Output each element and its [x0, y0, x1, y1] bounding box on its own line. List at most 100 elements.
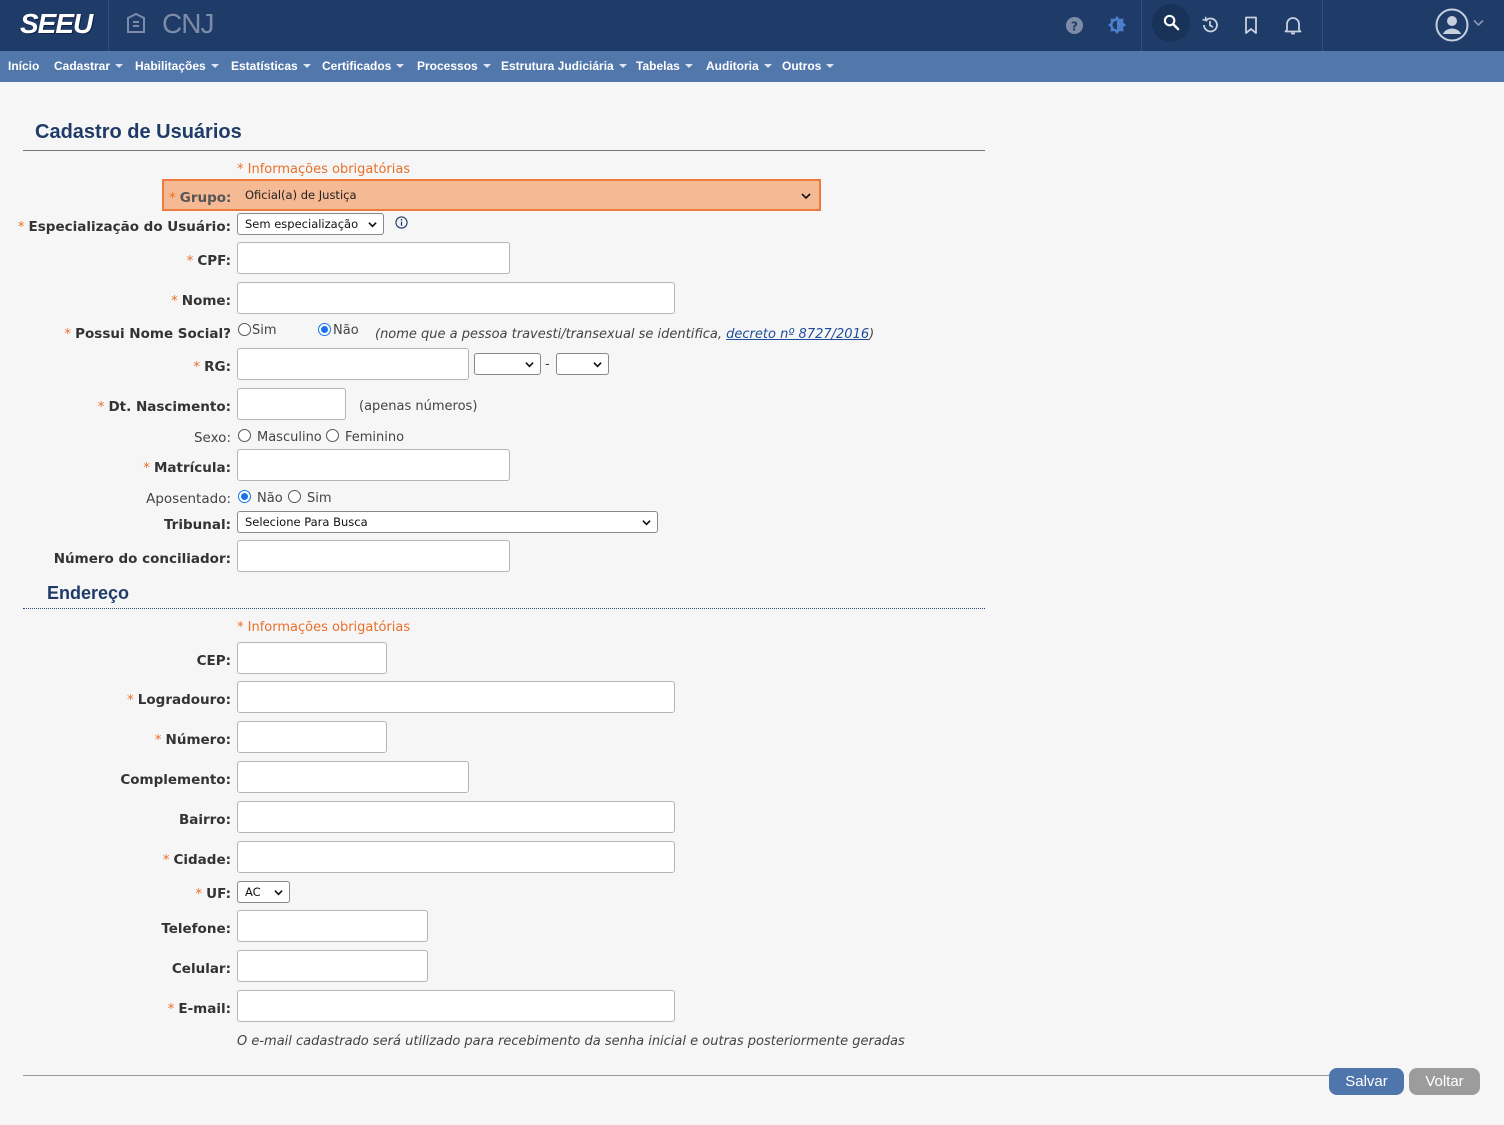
nome-social-sim-radio[interactable]	[238, 323, 251, 336]
caret-down-icon	[763, 64, 772, 68]
aposentado-nao-radio[interactable]	[238, 490, 251, 503]
tribunal-label: Tribunal:	[163, 517, 231, 533]
menu-label: Estrutura Judiciária	[501, 59, 614, 73]
numero-input[interactable]	[237, 721, 387, 753]
menu-label: Outros	[782, 59, 822, 73]
sexo-masculino-label: Masculino	[257, 430, 322, 445]
chevron-down-icon	[801, 193, 811, 200]
contrast-icon[interactable]	[1104, 12, 1130, 38]
rg-uf-select[interactable]	[556, 353, 609, 375]
svg-text:?: ?	[1070, 19, 1077, 33]
nascimento-hint: (apenas números)	[359, 399, 478, 414]
divider	[23, 150, 985, 151]
menu-label: Certificados	[322, 59, 392, 73]
rg-label: * RG:	[193, 359, 231, 375]
section-title-endereco: Endereço	[47, 583, 130, 603]
search-icon	[1163, 14, 1180, 31]
matricula-input[interactable]	[237, 449, 510, 481]
grupo-field-highlight: * Grupo: Oficial(a) de Justiça	[162, 179, 821, 211]
chevron-down-icon[interactable]	[1473, 19, 1484, 27]
nome-social-nao-label: Não	[333, 323, 359, 338]
chevron-down-icon	[593, 362, 602, 368]
menu-processos[interactable]: Processos	[417, 59, 491, 73]
aposentado-sim-radio[interactable]	[288, 490, 301, 503]
chevron-down-icon	[642, 520, 651, 526]
bairro-input[interactable]	[237, 801, 675, 833]
decreto-link[interactable]: decreto nº 8727/2016	[726, 327, 869, 342]
uf-select[interactable]: AC	[237, 881, 290, 903]
complemento-label: Complemento:	[120, 772, 231, 788]
tribunal-select[interactable]: Selecione Para Busca	[237, 511, 658, 533]
sexo-label: Sexo:	[193, 430, 231, 446]
back-button[interactable]: Voltar	[1409, 1068, 1480, 1095]
rg-input[interactable]	[237, 348, 469, 380]
logradouro-input[interactable]	[237, 681, 675, 713]
search-button[interactable]	[1152, 4, 1190, 42]
user-avatar-icon[interactable]	[1435, 8, 1469, 42]
history-icon[interactable]	[1197, 12, 1223, 38]
nome-input[interactable]	[237, 282, 675, 314]
email-input[interactable]	[237, 990, 675, 1022]
aposentado-nao-label: Não	[257, 491, 283, 506]
required-note: * Informações obrigatórias	[237, 162, 411, 177]
menu-label: Cadastrar	[54, 59, 111, 73]
menu-outros[interactable]: Outros	[782, 59, 835, 73]
aposentado-label: Aposentado:	[146, 491, 231, 507]
rg-orgao-select[interactable]	[474, 353, 541, 375]
menu-label: Tabelas	[636, 59, 680, 73]
complemento-input[interactable]	[237, 761, 469, 793]
especializacao-selected-value: Sem especialização	[245, 217, 359, 231]
grupo-selected-value: Oficial(a) de Justiça	[245, 188, 357, 202]
nome-social-nao-radio[interactable]	[318, 323, 331, 336]
caret-down-icon	[396, 64, 405, 68]
page-title: Cadastro de Usuários	[35, 121, 242, 143]
menu-label: Início	[8, 59, 40, 73]
bairro-label: Bairro:	[178, 812, 231, 828]
menu-habilitacoes[interactable]: Habilitações	[135, 59, 219, 73]
nome-label: * Nome:	[171, 293, 231, 309]
nome-social-sim-label: Sim	[252, 323, 277, 338]
caret-down-icon	[618, 64, 627, 68]
uf-selected-value: AC	[245, 885, 261, 899]
aposentado-sim-label: Sim	[307, 491, 332, 506]
menu-estrutura-judiciaria[interactable]: Estrutura Judiciária	[501, 59, 627, 73]
conciliador-label: Número do conciliador:	[53, 551, 231, 567]
nome-social-hint: (nome que a pessoa travesti/transexual s…	[375, 327, 875, 342]
seeu-logo[interactable]: SEEU	[20, 8, 93, 40]
nascimento-label: * Dt. Nascimento:	[97, 399, 231, 415]
cnj-emblem-icon	[127, 12, 145, 33]
menu-estatisticas[interactable]: Estatísticas	[231, 59, 311, 73]
divider	[1322, 0, 1323, 51]
menu-cadastrar[interactable]: Cadastrar	[54, 59, 124, 73]
caret-down-icon	[826, 64, 835, 68]
sexo-feminino-radio[interactable]	[326, 429, 339, 442]
cep-label: CEP:	[196, 653, 231, 669]
telefone-input[interactable]	[237, 910, 428, 942]
caret-down-icon	[302, 64, 311, 68]
menu-label: Processos	[417, 59, 478, 73]
celular-input[interactable]	[237, 950, 428, 982]
menu-certificados[interactable]: Certificados	[322, 59, 405, 73]
menu-inicio[interactable]: Início	[8, 59, 39, 73]
info-icon[interactable]	[395, 216, 408, 229]
conciliador-input[interactable]	[237, 540, 510, 572]
chevron-down-icon	[525, 362, 534, 368]
grupo-label: * Grupo:	[169, 190, 232, 206]
cep-input[interactable]	[237, 642, 387, 674]
menu-label: Habilitações	[135, 59, 206, 73]
menu-tabelas[interactable]: Tabelas	[636, 59, 693, 73]
cidade-input[interactable]	[237, 841, 675, 873]
grupo-select[interactable]: Oficial(a) de Justiça	[237, 184, 817, 207]
telefone-label: Telefone:	[161, 921, 231, 937]
menu-auditoria[interactable]: Auditoria	[706, 59, 772, 73]
caret-down-icon	[482, 64, 491, 68]
sexo-masculino-radio[interactable]	[238, 429, 251, 442]
nascimento-input[interactable]	[237, 388, 346, 420]
bell-icon[interactable]	[1280, 12, 1306, 38]
especializacao-select[interactable]: Sem especialização	[237, 213, 384, 235]
caret-down-icon	[210, 64, 219, 68]
cpf-input[interactable]	[237, 242, 510, 274]
save-button[interactable]: Salvar	[1329, 1068, 1404, 1095]
help-icon[interactable]: ?	[1061, 12, 1087, 38]
bookmark-icon[interactable]	[1238, 12, 1264, 38]
